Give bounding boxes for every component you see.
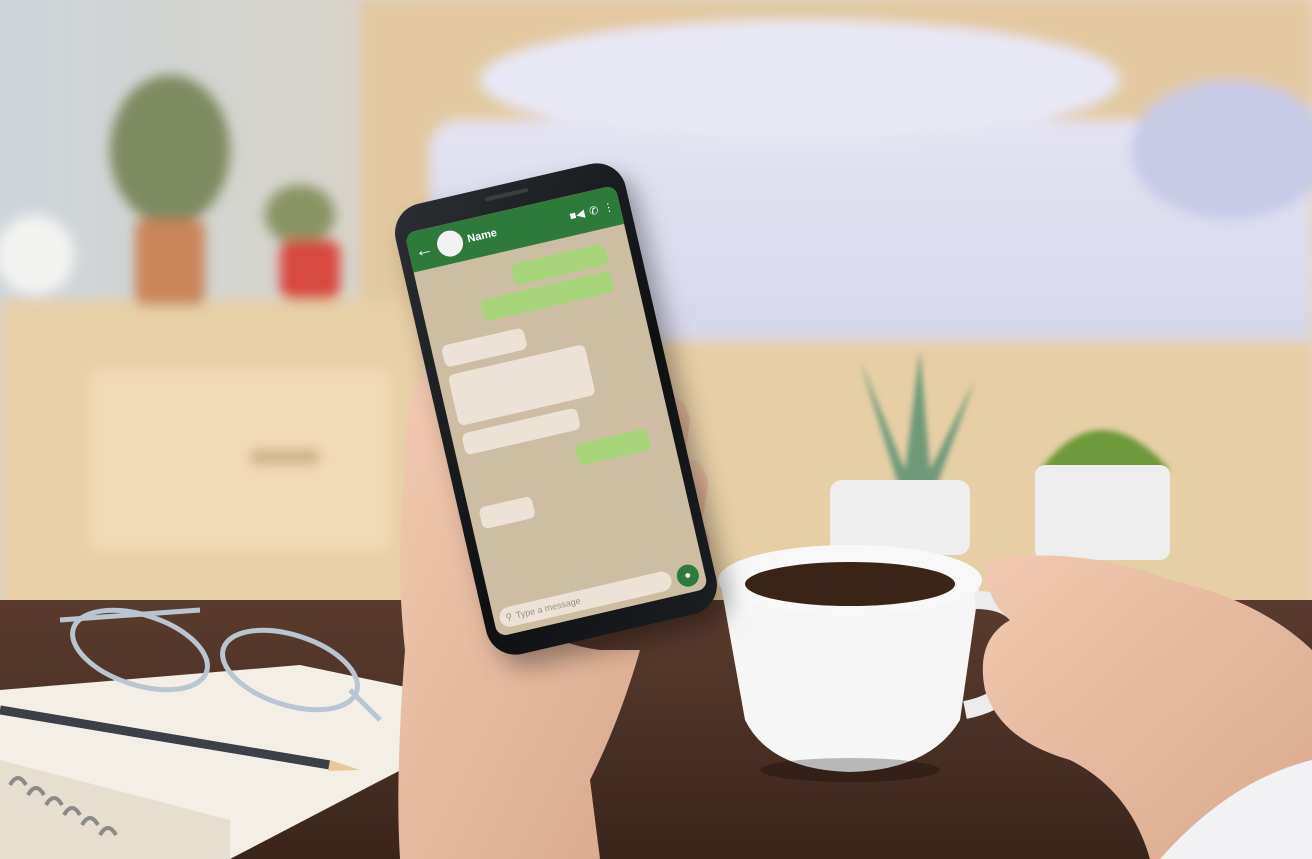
avatar[interactable] [434, 227, 466, 260]
video-icon[interactable]: ■◀ [568, 206, 585, 222]
message-input-placeholder: Type a message [514, 595, 582, 621]
phone-speaker [484, 187, 529, 202]
mic-icon[interactable]: ● [674, 562, 702, 589]
message-bubble-incoming[interactable] [478, 495, 536, 530]
message-bubble-outgoing[interactable] [574, 428, 652, 467]
arrow-left-icon[interactable]: ← [413, 238, 435, 262]
more-icon[interactable]: ⋮ [602, 199, 615, 214]
phone-icon[interactable]: ✆ [588, 203, 600, 218]
search-icon: ⚲ [504, 610, 514, 623]
photo-scene: ← Name ■◀ ✆ ⋮ ⚲ Type a message ● [0, 0, 1312, 859]
